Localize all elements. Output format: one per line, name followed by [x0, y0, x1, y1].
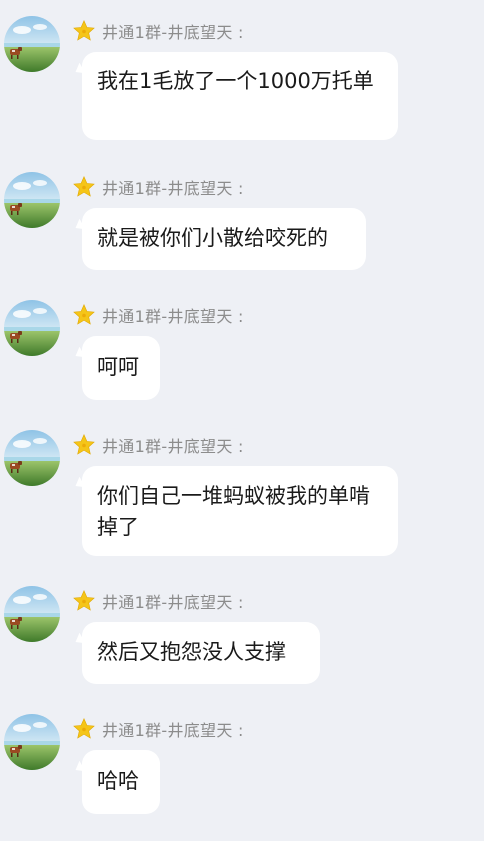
chat-message-list[interactable]: 井通1群-井底望天 : 我在1毛放了一个1000万托单 井通1群-井底望天 : … [0, 0, 484, 841]
message-bubble[interactable]: 你们自己一堆蚂蚁被我的单啃掉了 [82, 466, 398, 556]
avatar[interactable] [4, 430, 60, 486]
sender-meta: 井通1群-井底望天 : [72, 716, 244, 742]
sender-meta: 井通1群-井底望天 : [72, 432, 244, 458]
landscape-cow-avatar-icon [4, 172, 60, 228]
message-bubble[interactable]: 哈哈 [82, 750, 160, 814]
sender-name[interactable]: 井通1群-井底望天 : [102, 19, 244, 43]
star-icon [72, 19, 96, 43]
avatar[interactable] [4, 172, 60, 228]
sender-meta: 井通1群-井底望天 : [72, 174, 244, 200]
landscape-cow-avatar-icon [4, 586, 60, 642]
sender-meta: 井通1群-井底望天 : [72, 18, 244, 44]
message-bubble[interactable]: 我在1毛放了一个1000万托单 [82, 52, 398, 140]
sender-name[interactable]: 井通1群-井底望天 : [102, 433, 244, 457]
message-bubble[interactable]: 呵呵 [82, 336, 160, 400]
star-icon [72, 433, 96, 457]
star-icon [72, 717, 96, 741]
landscape-cow-avatar-icon [4, 300, 60, 356]
star-icon [72, 303, 96, 327]
message-bubble[interactable]: 然后又抱怨没人支撑 [82, 622, 320, 684]
avatar[interactable] [4, 714, 60, 770]
star-icon [72, 589, 96, 613]
landscape-cow-avatar-icon [4, 16, 60, 72]
avatar[interactable] [4, 586, 60, 642]
sender-name[interactable]: 井通1群-井底望天 : [102, 717, 244, 741]
message-bubble[interactable]: 就是被你们小散给咬死的 [82, 208, 366, 270]
avatar[interactable] [4, 16, 60, 72]
landscape-cow-avatar-icon [4, 714, 60, 770]
landscape-cow-avatar-icon [4, 430, 60, 486]
sender-name[interactable]: 井通1群-井底望天 : [102, 175, 244, 199]
star-icon [72, 175, 96, 199]
sender-name[interactable]: 井通1群-井底望天 : [102, 303, 244, 327]
sender-meta: 井通1群-井底望天 : [72, 302, 244, 328]
sender-meta: 井通1群-井底望天 : [72, 588, 244, 614]
avatar[interactable] [4, 300, 60, 356]
sender-name[interactable]: 井通1群-井底望天 : [102, 589, 244, 613]
